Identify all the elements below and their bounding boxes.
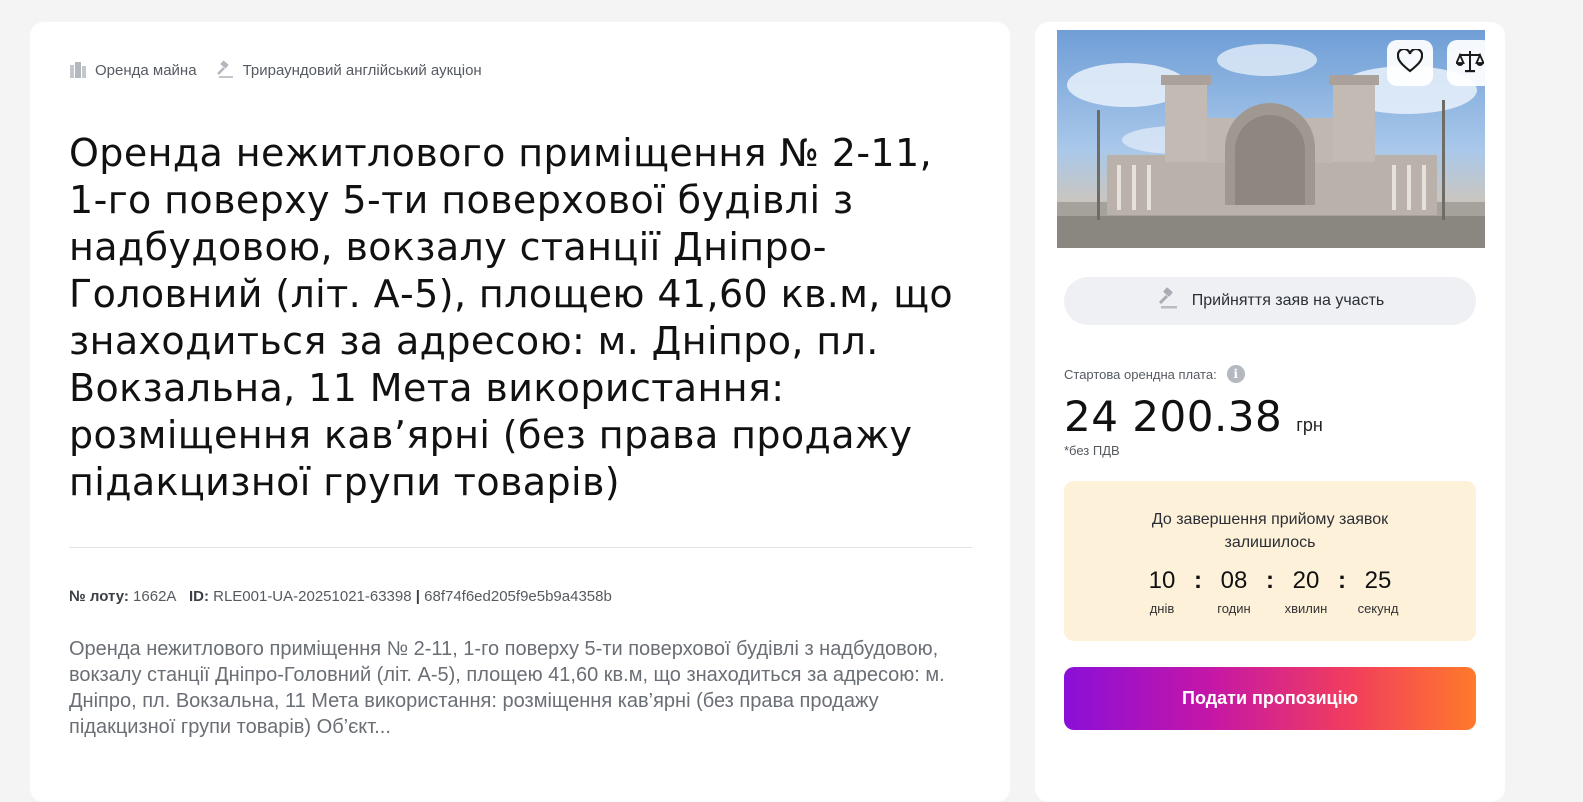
- lot-tags: Оренда майна Трираундовий англійський ау…: [69, 60, 482, 80]
- lot-hash[interactable]: 68f74f6ed205f9e5b9a4358b: [424, 588, 612, 605]
- timer-minutes: 20 хвилин: [1281, 567, 1331, 616]
- timer-minutes-value: 20: [1292, 567, 1320, 594]
- timer-hours: 08 годин: [1209, 567, 1259, 616]
- timer-days-label: днів: [1149, 601, 1175, 616]
- tag-label: Трираундовий англійський аукціон: [242, 61, 482, 79]
- timer-hours-label: годин: [1217, 601, 1251, 616]
- tag-property-rent[interactable]: Оренда майна: [69, 61, 197, 79]
- lot-number-value: 1662А: [133, 588, 177, 605]
- lot-number-label: № лоту:: [69, 588, 129, 605]
- gavel-icon: [215, 60, 235, 80]
- price-currency: грн: [1296, 415, 1323, 435]
- timer-values: 10 днів : 08 годин : 20 хвилин : 25 секу…: [1064, 567, 1476, 616]
- status-badge: Прийняття заяв на участь: [1064, 277, 1476, 325]
- countdown-timer: До завершення прийому заявок залишилось …: [1064, 481, 1476, 641]
- lot-identifiers: № лоту: 1662А ID: RLE001-UA-20251021-633…: [69, 588, 612, 605]
- price-label-row: Стартова орендна плата: i: [1064, 365, 1245, 383]
- tag-auction-type[interactable]: Трираундовий англійський аукціон: [215, 60, 482, 80]
- compare-button[interactable]: [1447, 40, 1485, 86]
- status-label: Прийняття заяв на участь: [1191, 292, 1385, 309]
- timer-seconds-value: 25: [1364, 567, 1392, 594]
- timer-title: До завершення прийому заявок залишилось: [1151, 511, 1389, 551]
- lot-photo[interactable]: [1057, 30, 1485, 248]
- lot-sidebar: Прийняття заяв на участь Стартова орендн…: [1035, 22, 1505, 802]
- price-label: Стартова орендна плата:: [1064, 366, 1217, 382]
- gavel-icon: [1156, 287, 1180, 316]
- scales-icon: [1455, 48, 1485, 79]
- timer-separator: :: [1338, 567, 1346, 594]
- timer-seconds-label: секунд: [1357, 601, 1399, 616]
- lot-description: Оренда нежитлового приміщення № 2-11, 1-…: [69, 638, 945, 738]
- submit-offer-button[interactable]: Подати пропозицію: [1064, 667, 1476, 730]
- timer-separator: :: [1266, 567, 1274, 594]
- lot-id-label: ID:: [188, 588, 209, 605]
- favorite-button[interactable]: [1387, 40, 1433, 86]
- timer-days: 10 днів: [1137, 567, 1187, 616]
- vat-note: *без ПДВ: [1064, 443, 1120, 458]
- timer-days-value: 10: [1148, 567, 1176, 594]
- lot-separator: |: [415, 588, 420, 605]
- heart-icon: [1396, 47, 1424, 78]
- lot-title: Оренда нежитлового приміщення № 2-11, 1-…: [69, 131, 954, 504]
- timer-hours-value: 08: [1220, 567, 1248, 594]
- timer-separator: :: [1194, 567, 1202, 594]
- lot-main-card: Оренда майна Трираундовий англійський ау…: [30, 22, 1010, 802]
- price-value: 24 200.38: [1064, 392, 1283, 441]
- building-icon: [69, 61, 87, 79]
- timer-seconds: 25 секунд: [1353, 567, 1403, 616]
- info-icon[interactable]: i: [1226, 365, 1245, 383]
- lot-id-value[interactable]: RLE001-UA-20251021-63398: [213, 588, 411, 605]
- tag-label: Оренда майна: [95, 61, 197, 79]
- timer-minutes-label: хвилин: [1284, 601, 1328, 616]
- divider: [69, 547, 972, 548]
- starting-price: 24 200.38 грн: [1064, 392, 1323, 441]
